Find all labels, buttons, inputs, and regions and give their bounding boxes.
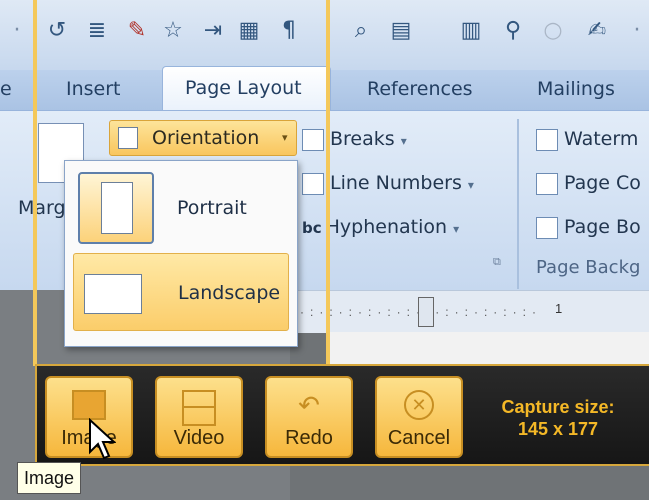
qat-more-icon[interactable]: · [624, 18, 649, 44]
hyphenation-label: Hyphenation [325, 216, 448, 238]
orientation-option-landscape[interactable]: Landscape [73, 253, 289, 331]
favorite-star-icon[interactable]: ☆ [160, 18, 186, 44]
page-color-label: Page Co [564, 172, 641, 194]
orientation-label: Orientation [152, 127, 260, 149]
tab-page-layout-label: Page Layout [185, 77, 302, 99]
orientation-icon [118, 127, 138, 149]
capture-size-value: 145 x 177 [517, 419, 599, 439]
indent-marker-icon[interactable] [418, 297, 434, 327]
circle-icon[interactable]: ○ [540, 18, 566, 44]
landscape-page-icon [84, 274, 142, 314]
line-numbers-icon [302, 172, 324, 195]
page-borders-button[interactable]: Page Bo [536, 216, 641, 239]
margins-button-label[interactable]: Marg [18, 197, 66, 219]
zoom-icon[interactable]: ⚲ [500, 18, 526, 44]
quick-access-toolbar: · ↺ ≣ ✎ ☆ ⇥ ▦ ¶ ⌕ ▤ ▥ ⚲ ○ ✍ · [0, 0, 649, 70]
video-icon [182, 390, 216, 426]
find-icon[interactable]: ⌕ [348, 18, 374, 44]
text-style-icon[interactable]: ¶ [276, 18, 302, 44]
orientation-option-portrait[interactable]: Portrait [73, 169, 289, 247]
watermark-icon [536, 128, 558, 151]
hyphenation-icon: bc [302, 219, 322, 237]
refresh-icon[interactable]: ↺ [44, 18, 70, 44]
chevron-down-icon: ▾ [282, 132, 288, 144]
format-list-icon[interactable]: ≣ [84, 18, 110, 44]
spelling-icon[interactable]: ✎ [124, 18, 150, 44]
indent-icon[interactable]: ⇥ [200, 18, 226, 44]
signature-icon[interactable]: ✍ [584, 18, 610, 44]
line-numbers-label: Line Numbers [330, 172, 462, 194]
portrait-thumbnail [78, 172, 154, 244]
ruler-marker: 1 [555, 301, 563, 316]
capture-frame-left [33, 0, 37, 366]
breaks-button[interactable]: Breaks ▾ [302, 128, 407, 151]
video-capture-label: Video [173, 427, 225, 449]
capture-toolbar: Image Video ↶ Redo ✕ Cancel Capture size… [35, 364, 649, 466]
watermark-label: Waterm [564, 128, 639, 150]
page-color-icon [536, 172, 558, 195]
watermark-button[interactable]: Waterm [536, 128, 638, 151]
image-icon [72, 390, 106, 420]
breaks-label: Breaks [330, 128, 395, 150]
capture-frame-right [326, 0, 330, 366]
cancel-x-icon: ✕ [404, 390, 434, 420]
cancel-button[interactable]: ✕ Cancel [375, 376, 463, 458]
tab-home-partial[interactable]: e [0, 78, 12, 100]
capture-size-info: Capture size: 145 x 177 [483, 396, 633, 440]
redo-button[interactable]: ↶ Redo [265, 376, 353, 458]
page-borders-label: Page Bo [564, 216, 641, 238]
paste-icon[interactable]: ▤ [388, 18, 414, 44]
tooltip: Image [17, 462, 82, 494]
capture-size-label: Capture size: [501, 397, 615, 417]
page-color-button[interactable]: Page Co [536, 172, 641, 195]
mouse-cursor-icon [89, 418, 116, 460]
tab-mailings[interactable]: Mailings [537, 78, 615, 100]
breaks-icon [302, 128, 324, 151]
tab-references[interactable]: References [367, 78, 473, 100]
page-background-group-label: Page Backg [536, 257, 641, 278]
cancel-label: Cancel [387, 427, 451, 449]
document-view-icon[interactable]: ▥ [458, 18, 484, 44]
page-setup-launcher-icon[interactable]: ⧉ [493, 256, 501, 269]
page-borders-icon [536, 216, 558, 239]
undo-arrow-icon: ↶ [298, 390, 320, 420]
group-divider [517, 119, 519, 289]
portrait-page-icon [101, 182, 133, 234]
tab-page-layout[interactable]: Page Layout [162, 66, 331, 113]
horizontal-ruler[interactable]: ·:·:·:·:·:·:·:·:·:·:·:·:· 1 [290, 290, 649, 333]
orientation-button[interactable]: Orientation ▾ [109, 120, 297, 156]
orientation-dropdown: Portrait Landscape [64, 160, 298, 347]
redo-label: Redo [285, 427, 333, 449]
landscape-label: Landscape [178, 282, 281, 304]
table-icon[interactable]: ▦ [236, 18, 262, 44]
video-capture-button[interactable]: Video [155, 376, 243, 458]
tab-insert[interactable]: Insert [66, 78, 121, 100]
qat-overflow-icon[interactable]: · [4, 18, 30, 44]
portrait-label: Portrait [177, 197, 247, 219]
